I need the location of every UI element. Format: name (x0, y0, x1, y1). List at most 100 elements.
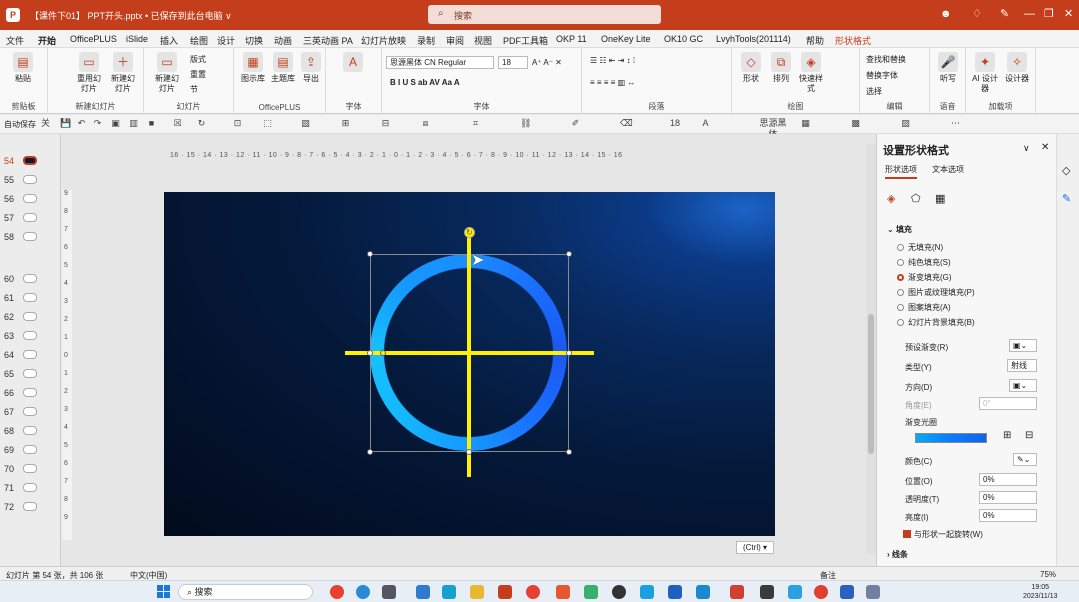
slide-thumb[interactable]: 62 (0, 310, 61, 324)
resize-handle[interactable] (367, 449, 373, 455)
resize-handle[interactable] (466, 449, 472, 455)
type-dropdown[interactable]: 射线 (1007, 359, 1037, 372)
remove-stop-icon[interactable]: ⊟ (1025, 430, 1033, 441)
format-painter-icon[interactable]: ▥ (128, 118, 139, 129)
app-icon-7[interactable] (730, 585, 744, 599)
app-icon-5[interactable] (668, 585, 682, 599)
section-button[interactable]: 节 (190, 84, 198, 95)
font-color-icon[interactable]: A (700, 118, 711, 129)
slide-thumb[interactable]: 69 (0, 443, 61, 457)
slide[interactable]: ↻ ➤ (164, 192, 775, 536)
fill-picture-radio[interactable]: 图片或纹理填充(P) (897, 287, 975, 298)
adjust-handle[interactable] (380, 350, 386, 356)
paste-options-tag[interactable]: (Ctrl) ▾ (736, 541, 774, 554)
slide-thumb[interactable]: 61 (0, 291, 61, 305)
designer-button[interactable]: ✧ 设计器 (1002, 52, 1032, 84)
menu-item[interactable]: 文件 (6, 34, 24, 47)
section-fill[interactable]: ⌄ 填充 (887, 224, 912, 235)
align-button[interactable]: ≡ ≡ ≡ ≡ ▥ ↔ (590, 78, 635, 87)
app-icon-4[interactable] (640, 585, 654, 599)
add-stop-icon[interactable]: ⊞ (1003, 430, 1011, 441)
link-icon[interactable]: ⛓ (520, 118, 531, 129)
resize-handle[interactable] (566, 449, 572, 455)
pen-icon[interactable]: ✎ (1000, 7, 1009, 21)
resize-handle[interactable] (566, 251, 572, 257)
close-icon[interactable]: ✕ (1041, 142, 1049, 153)
menu-item[interactable]: 幻灯片放映 (361, 34, 406, 47)
menu-item[interactable]: 三英动画 PA (303, 34, 353, 47)
slide-thumb[interactable]: 68 (0, 424, 61, 438)
restore-icon[interactable]: ❐ (1044, 7, 1054, 21)
wechat-icon[interactable] (584, 585, 598, 599)
font-name-box[interactable]: 思源黑体 (756, 118, 790, 139)
menu-item[interactable]: 录制 (417, 34, 435, 47)
taskbar-clock[interactable]: 19:05 2023/11/13 (1023, 583, 1058, 601)
lightbulb-icon[interactable]: ♢ (972, 7, 982, 21)
app-icon-8[interactable] (760, 585, 774, 599)
app-icon-11[interactable] (840, 585, 854, 599)
menu-item[interactable]: 帮助 (806, 34, 824, 47)
table-icon[interactable]: ▦ (800, 118, 811, 129)
brush-icon[interactable]: ✐ (570, 118, 581, 129)
resize-handle[interactable] (566, 350, 572, 356)
format-pane-icon[interactable]: ◇ (1062, 164, 1070, 177)
save-icon[interactable]: 💾 (60, 118, 71, 129)
menu-item[interactable]: LvyhTools(201114) (716, 34, 791, 44)
font-name-select[interactable]: 思源黑体 CN Regular (386, 56, 494, 69)
fill-icon[interactable]: ▧ (300, 118, 311, 129)
menu-item[interactable]: 审阅 (446, 34, 464, 47)
slide-thumb[interactable]: 70 (0, 462, 61, 476)
paste-button[interactable]: ▤ 粘贴 (8, 52, 38, 84)
taskbar-search[interactable]: ⌕ 搜索 (178, 584, 313, 600)
reuse-slides-button[interactable]: ▭ 重用幻灯片 (74, 52, 104, 94)
fill-solid-radio[interactable]: 纯色填充(S) (897, 257, 951, 268)
rotate-icon[interactable]: ↻ (196, 118, 207, 129)
app-icon-3[interactable] (612, 585, 626, 599)
brush-pane-icon[interactable]: ✎ (1062, 192, 1071, 205)
menu-item-shape-format[interactable]: 形状格式 (835, 34, 871, 47)
menu-item[interactable]: iSlide (126, 34, 148, 44)
shape-icon[interactable]: ⬚ (262, 118, 273, 129)
more-icon[interactable]: ⋯ (950, 118, 961, 129)
gradient-stops-bar[interactable] (915, 433, 987, 443)
direction-dropdown[interactable]: ▣⌄ (1009, 379, 1037, 392)
section-line[interactable]: › 线条 (887, 549, 908, 560)
angle-input[interactable]: 0° (979, 397, 1037, 410)
slide-thumb[interactable]: 63 (0, 329, 61, 343)
picture-icon[interactable]: ▨ (900, 118, 911, 129)
color-picker[interactable]: ✎⌄ (1013, 453, 1037, 466)
find-replace-button[interactable]: 查找和替换 (866, 54, 906, 65)
canvas-scrollbar[interactable] (866, 144, 876, 554)
fill-background-radio[interactable]: 幻灯片背景填充(B) (897, 317, 975, 328)
powerpoint-taskbar-icon[interactable] (498, 585, 512, 599)
diagram-library-button[interactable]: ▦ 图示库 (238, 52, 268, 84)
menu-item[interactable]: OKP 11 (556, 34, 587, 44)
slide-thumb[interactable]: 54 (0, 154, 61, 168)
font-grow-button[interactable]: A⁺ A⁻ ✕ (532, 58, 562, 67)
slide-thumb[interactable]: 56 (0, 192, 61, 206)
folder-icon[interactable] (470, 585, 484, 599)
color-icon[interactable]: ■ (146, 118, 157, 129)
eraser-icon[interactable]: ⌫ (620, 118, 633, 129)
checkbox-icon[interactable]: ☒ (172, 118, 183, 129)
slide-thumb[interactable]: 55 (0, 173, 61, 187)
fill-gradient-radio[interactable]: 渐变填充(G) (897, 272, 952, 283)
slide-thumb[interactable]: 64 (0, 348, 61, 362)
fill-none-radio[interactable]: 无填充(N) (897, 242, 943, 253)
align-icon[interactable]: ⊞ (340, 118, 351, 129)
chrome-icon-2[interactable] (526, 585, 540, 599)
arrange-button[interactable]: ⧉ 排列 (766, 52, 796, 84)
app-icon-9[interactable] (788, 585, 802, 599)
group-icon[interactable]: ⧈ (420, 118, 431, 129)
menu-item[interactable]: 动画 (274, 34, 292, 47)
document-title[interactable]: 【课件下01】 PPT开头.pptx • 已保存到此台电脑 ∨ (30, 9, 232, 22)
app-icon[interactable] (382, 585, 396, 599)
lock-icon[interactable]: ⊡ (232, 118, 243, 129)
rotate-with-shape-checkbox[interactable]: 与形状一起旋转(W) (903, 529, 983, 540)
menu-item[interactable]: PDF工具箱 (503, 34, 548, 47)
reset-button[interactable]: 重置 (190, 69, 206, 80)
mail-icon[interactable] (416, 585, 430, 599)
slide-thumb[interactable]: 65 (0, 367, 61, 381)
slide-thumb[interactable]: 72 (0, 500, 61, 514)
app-icon-2[interactable] (556, 585, 570, 599)
